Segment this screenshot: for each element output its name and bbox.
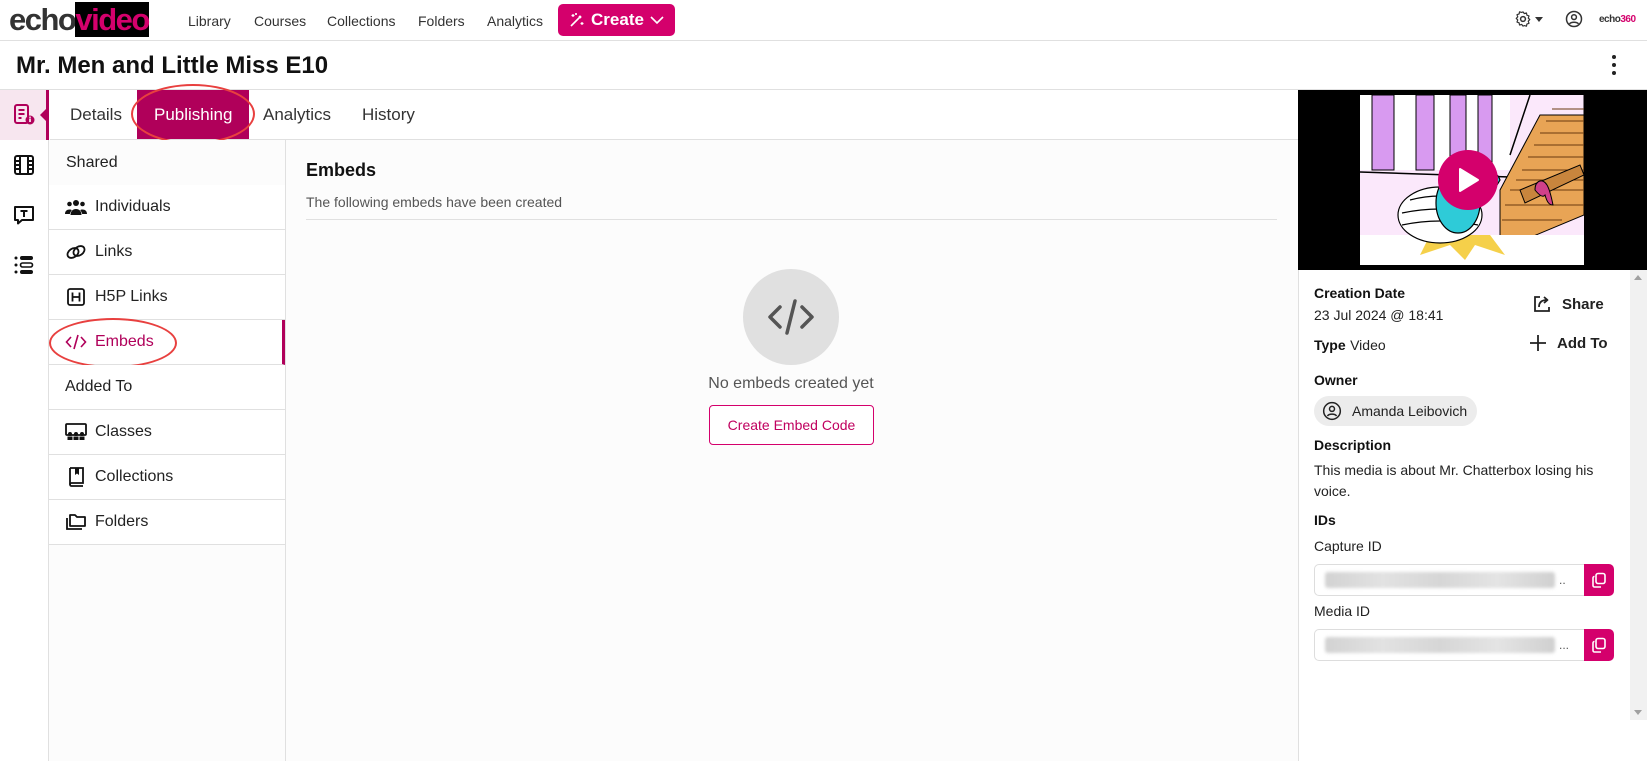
added-to-heading-row: Added To (49, 365, 285, 410)
embeds-heading: Embeds (306, 160, 377, 180)
magic-wand-icon (570, 13, 584, 27)
tab-publishing[interactable]: Publishing (137, 90, 250, 139)
tab-history[interactable]: History (345, 90, 432, 139)
copy-capture-id-button[interactable] (1584, 564, 1614, 596)
share-icon (1534, 296, 1550, 312)
creation-date-value: 23 Jul 2024 @ 18:41 (1314, 307, 1444, 323)
nav-folders[interactable]: Folders (418, 13, 465, 29)
tab-details[interactable]: Details (53, 90, 139, 139)
rail-caret-icon (40, 109, 46, 121)
subnav-embeds-label: Embeds (95, 333, 154, 350)
subnav-h5p-links-label: H5P Links (95, 288, 168, 305)
subnav-collections-label: Collections (95, 468, 174, 485)
nav-collections[interactable]: Collections (327, 13, 395, 29)
type-label: Type (1314, 337, 1346, 353)
scroll-down-arrow-icon[interactable] (1634, 710, 1642, 715)
subnav-links-label: Links (95, 243, 133, 260)
share-label: Share (1562, 295, 1604, 313)
capture-id-value-redacted (1325, 572, 1555, 588)
code-icon (768, 299, 814, 335)
play-button[interactable] (1438, 150, 1498, 210)
ellipsis: .. (1559, 573, 1566, 587)
tab-analytics[interactable]: Analytics (246, 90, 348, 139)
gear-icon[interactable] (1514, 10, 1532, 28)
create-label: Create (591, 10, 644, 29)
creation-date-label: Creation Date (1314, 285, 1406, 301)
copy-icon (1592, 637, 1606, 653)
classroom-icon (65, 421, 87, 443)
nav-courses[interactable]: Courses (254, 13, 306, 29)
added-to-heading: Added To (65, 378, 133, 395)
shared-heading: Shared (66, 154, 118, 171)
left-rail (0, 90, 49, 761)
code-icon (65, 331, 87, 353)
user-circle-icon[interactable] (1565, 10, 1583, 28)
divider (306, 219, 1277, 220)
nav-analytics[interactable]: Analytics (487, 13, 543, 29)
h5p-icon (65, 286, 87, 308)
media-id-field[interactable]: ... (1314, 629, 1584, 661)
nav-library[interactable]: Library (188, 13, 231, 29)
owner-label: Owner (1314, 372, 1358, 388)
media-id-label: Media ID (1314, 603, 1371, 619)
subnav-individuals[interactable]: Individuals (49, 185, 285, 230)
top-navigation-bar (0, 0, 1647, 41)
kebab-icon[interactable] (1610, 55, 1618, 77)
description-value: This media is about Mr. Chatterbox losin… (1314, 462, 1594, 499)
folders-icon (65, 511, 87, 533)
subnav-folders[interactable]: Folders (49, 500, 285, 545)
chevron-down-icon (650, 16, 664, 25)
embeds-panel (286, 140, 1298, 761)
create-embed-code-button[interactable]: Create Embed Code (709, 405, 874, 445)
owner-name: Amanda Leibovich (1352, 403, 1468, 419)
media-details-icon[interactable] (12, 103, 36, 127)
share-button[interactable]: Share (1532, 294, 1604, 314)
create-button[interactable]: Create (558, 4, 675, 36)
owner-chip[interactable]: Amanda Leibovich (1314, 396, 1478, 426)
details-scrollbar[interactable] (1630, 270, 1647, 720)
copy-icon (1592, 572, 1606, 588)
echovideo-logo[interactable]: echovideo (9, 2, 150, 38)
type-row: Type Video (1314, 337, 1386, 355)
people-icon (65, 196, 87, 218)
film-icon[interactable] (12, 153, 36, 177)
subnav-individuals-label: Individuals (95, 198, 171, 215)
add-to-label: Add To (1557, 334, 1608, 352)
captions-icon[interactable] (12, 203, 36, 227)
type-value: Video (1350, 337, 1386, 353)
capture-id-label: Capture ID (1314, 538, 1382, 554)
subnav-classes-label: Classes (95, 423, 152, 440)
empty-state-text: No embeds created yet (708, 375, 874, 392)
empty-state-icon-circle (743, 269, 839, 365)
add-to-button[interactable]: Add To (1529, 334, 1608, 352)
description-label: Description (1314, 437, 1392, 453)
page-title: Mr. Men and Little Miss E10 (16, 52, 329, 79)
media-id-value-redacted (1325, 637, 1555, 653)
subnav-h5p-links[interactable]: H5P Links (49, 275, 285, 320)
capture-id-field[interactable]: .. (1314, 564, 1584, 596)
ellipsis: ... (1559, 638, 1570, 652)
plus-icon (1530, 335, 1546, 351)
copy-media-id-button[interactable] (1584, 629, 1614, 661)
subnav-collections[interactable]: Collections (49, 455, 285, 500)
subnav-embeds[interactable]: Embeds (49, 320, 285, 365)
embeds-subtitle: The following embeds have been created (306, 194, 563, 210)
book-icon (65, 466, 87, 488)
subnav-links[interactable]: Links (49, 230, 285, 275)
list-settings-icon[interactable] (12, 253, 36, 277)
play-icon (1459, 168, 1479, 192)
echo360-logo: echo360 (1599, 14, 1636, 25)
subnav-classes[interactable]: Classes (49, 410, 285, 455)
user-circle-icon (1322, 401, 1342, 421)
ids-label: IDs (1314, 512, 1336, 528)
scroll-up-arrow-icon[interactable] (1634, 275, 1642, 280)
subnav-folders-label: Folders (95, 513, 149, 530)
link-icon (65, 241, 87, 263)
settings-caret-icon[interactable] (1535, 17, 1543, 22)
